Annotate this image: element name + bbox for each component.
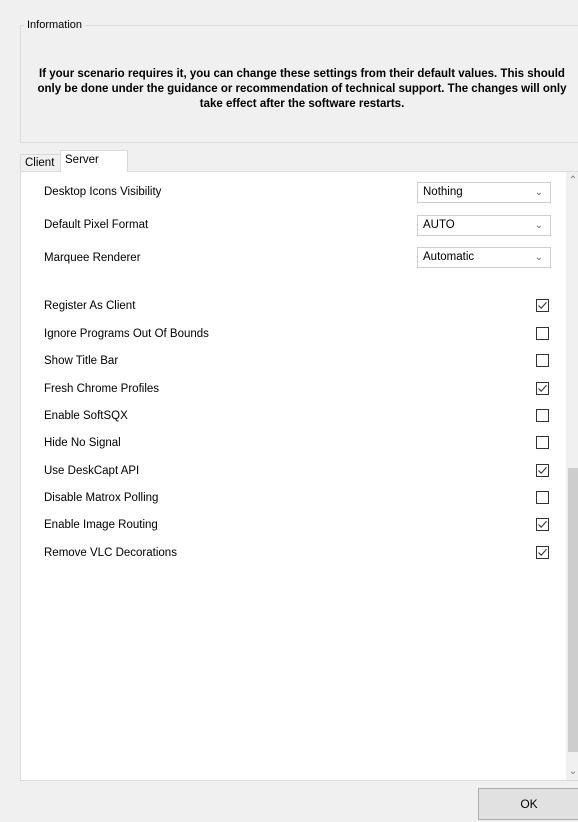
checkbox-label: Enable SoftSQX — [44, 410, 128, 422]
marquee-renderer-select[interactable]: Automatic ⌄ — [417, 247, 551, 268]
checkbox-label: Hide No Signal — [44, 437, 121, 449]
select-value: Nothing — [423, 186, 463, 198]
chevron-down-icon: ⌄ — [534, 187, 543, 198]
checkmark-icon — [538, 466, 547, 475]
checkbox[interactable] — [536, 464, 549, 477]
checkbox[interactable] — [536, 546, 549, 559]
checkbox[interactable] — [536, 436, 549, 449]
server-settings-panel: Desktop Icons Visibility Nothing ⌄ Defau… — [20, 171, 578, 781]
checkbox[interactable] — [536, 518, 549, 531]
checkbox-label: Use DeskCapt API — [44, 465, 140, 477]
checkbox-label: Ignore Programs Out Of Bounds — [44, 328, 209, 340]
select-value: Automatic — [423, 251, 475, 263]
desktop-icons-visibility-label: Desktop Icons Visibility — [44, 186, 162, 198]
checkbox[interactable] — [536, 354, 549, 367]
desktop-icons-visibility-select[interactable]: Nothing ⌄ — [417, 182, 551, 203]
checkmark-icon — [538, 548, 547, 557]
scrollbar-thumb[interactable] — [568, 468, 578, 752]
checkbox-label: Register As Client — [44, 300, 136, 312]
tab-server[interactable]: Server — [60, 150, 128, 172]
checkbox-label: Remove VLC Decorations — [44, 547, 177, 559]
tab-client[interactable]: Client — [20, 154, 61, 171]
checkbox[interactable] — [536, 382, 549, 395]
checkbox[interactable] — [536, 299, 549, 312]
default-pixel-format-label: Default Pixel Format — [44, 219, 149, 231]
chevron-down-icon: ⌄ — [534, 220, 543, 231]
checkmark-icon — [538, 384, 547, 393]
checkbox-label: Show Title Bar — [44, 355, 119, 367]
checkmark-icon — [538, 520, 547, 529]
information-message: If your scenario requires it, you can ch… — [37, 68, 567, 110]
checkbox[interactable] — [536, 409, 549, 422]
vertical-scrollbar[interactable]: ⌃ ⌄ — [566, 172, 578, 780]
ok-button[interactable]: OK — [478, 788, 578, 820]
checkbox-label: Enable Image Routing — [44, 519, 158, 531]
chevron-down-icon: ⌄ — [534, 252, 543, 263]
default-pixel-format-select[interactable]: AUTO ⌄ — [417, 215, 551, 236]
marquee-renderer-label: Marquee Renderer — [44, 252, 141, 264]
checkbox[interactable] — [536, 327, 549, 340]
checkbox[interactable] — [536, 491, 549, 504]
select-value: AUTO — [423, 219, 455, 231]
checkbox-label: Fresh Chrome Profiles — [44, 383, 160, 395]
checkbox-label: Disable Matrox Polling — [44, 492, 159, 504]
checkmark-icon — [538, 301, 547, 310]
scroll-down-icon[interactable]: ⌄ — [566, 763, 578, 780]
information-group-label: Information — [24, 18, 86, 32]
scroll-up-icon[interactable]: ⌃ — [566, 172, 578, 189]
